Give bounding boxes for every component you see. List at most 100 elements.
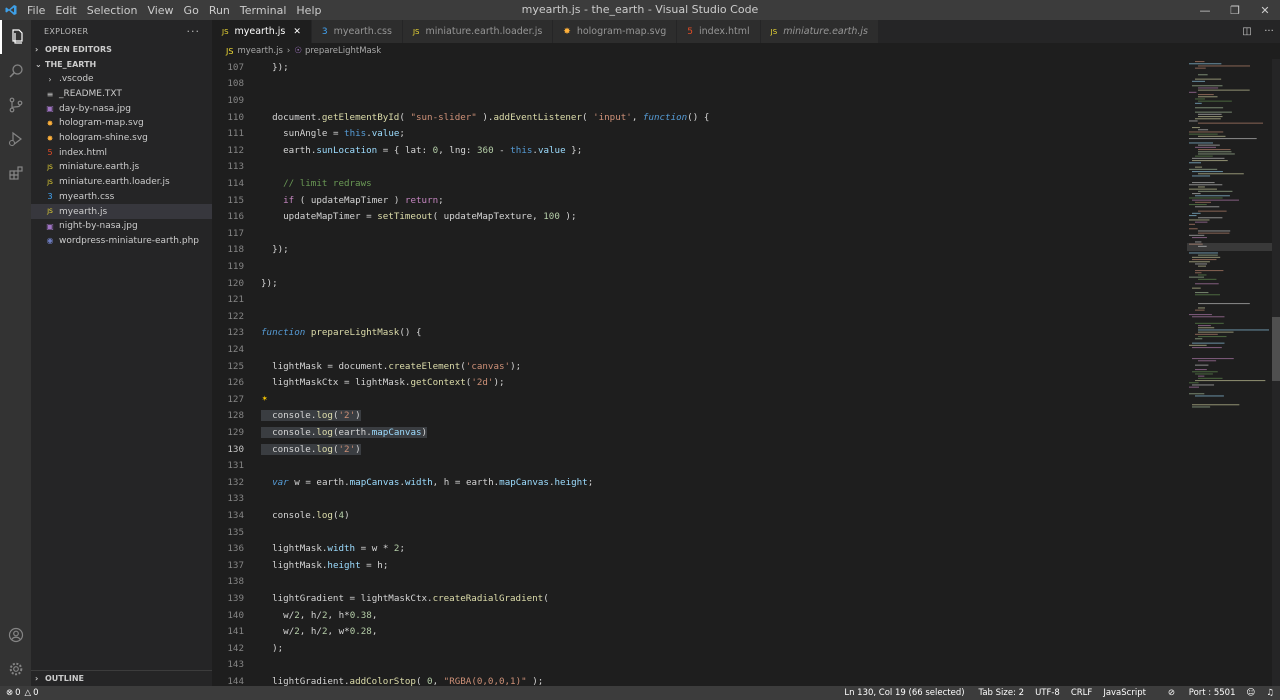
more-actions-icon[interactable]: ··· [1258, 26, 1280, 37]
file-tree-item[interactable]: ≡ _README.TXT [31, 87, 212, 102]
source-control-icon[interactable] [0, 88, 31, 122]
line-number: 121 [227, 294, 244, 306]
menu-file[interactable]: File [22, 4, 50, 17]
menu-help[interactable]: Help [291, 4, 326, 17]
editor-tab-label: miniature.earth.js [783, 26, 869, 37]
minimap-viewport[interactable] [1187, 243, 1272, 251]
file-tree-item-label: night-by-nasa.jpg [59, 221, 138, 232]
bell-icon[interactable]: ♫ [1266, 688, 1274, 698]
explorer-icon[interactable] [0, 20, 31, 54]
editor-tab[interactable]: 3 myearth.css [311, 20, 403, 43]
editor-tab[interactable]: JS miniature.earth.loader.js [402, 20, 554, 43]
file-tree-item[interactable]: ✸ hologram-shine.svg [31, 131, 212, 146]
maximize-button[interactable]: ❐ [1220, 0, 1250, 20]
editor-tab[interactable]: JS miniature.earth.js [760, 20, 880, 43]
scrollbar-thumb[interactable] [1272, 317, 1280, 381]
editor-tab[interactable]: ✸ hologram-map.svg [553, 20, 678, 43]
code-line: 135 [212, 524, 1187, 541]
file-tree-item[interactable]: › .vscode [31, 72, 212, 87]
gear-icon[interactable] [0, 652, 31, 686]
minimap-line [1198, 65, 1251, 67]
lightbulb-icon[interactable]: ✶ [262, 394, 267, 404]
run-debug-icon[interactable] [0, 122, 31, 156]
line-number: 125 [227, 360, 244, 372]
file-tree-item-label: hologram-map.svg [59, 118, 144, 129]
extensions-icon[interactable] [0, 156, 31, 190]
folder-label: THE_EARTH [45, 60, 97, 69]
language-mode[interactable]: JavaScript [1103, 688, 1146, 698]
file-tree-item[interactable]: JS myearth.js [31, 204, 212, 219]
search-icon[interactable] [0, 54, 31, 88]
file-tree-item[interactable]: ✸ hologram-map.svg [31, 116, 212, 131]
code-text: w/2, h/2, w*0.28, [283, 626, 378, 638]
encoding[interactable]: UTF-8 [1035, 688, 1060, 698]
tab-size[interactable]: Tab Size: 2 [979, 688, 1025, 698]
minimap-line [1192, 342, 1225, 344]
code-line: 129 console.log(earth.mapCanvas) [212, 424, 1187, 441]
error-count: 0 [15, 688, 21, 698]
minimap-line [1189, 184, 1223, 186]
line-number: 107 [227, 61, 244, 73]
file-tree-item[interactable]: ▣ day-by-nasa.jpg [31, 101, 212, 116]
code-line: 134 console.log(4) [212, 507, 1187, 524]
menu-view[interactable]: View [142, 4, 178, 17]
minimap-line [1192, 237, 1207, 239]
editor-tab[interactable]: 5 index.html [677, 20, 761, 43]
menu-terminal[interactable]: Terminal [235, 4, 292, 17]
close-window-button[interactable]: ✕ [1250, 0, 1280, 20]
breadcrumb-file[interactable]: myearth.js [237, 46, 282, 56]
editor-tab[interactable]: JS myearth.js ✕ [212, 20, 312, 43]
folder-section[interactable]: ⌄ THE_EARTH [31, 57, 212, 72]
line-number: 132 [227, 476, 244, 488]
file-tree-item[interactable]: 5 index.html [31, 145, 212, 160]
file-tree-item[interactable]: ▣ night-by-nasa.jpg [31, 219, 212, 234]
minimap-line [1195, 166, 1203, 168]
menu-run[interactable]: Run [204, 4, 235, 17]
chevron-right-icon: › [35, 45, 39, 54]
menu-go[interactable]: Go [179, 4, 204, 17]
split-editor-icon[interactable]: ◫ [1236, 26, 1258, 37]
outline-section[interactable]: › OUTLINE [31, 670, 212, 686]
code-editor[interactable]: 107 }); 108 109 110 document.getElementById… [212, 59, 1187, 686]
minimap-line [1198, 254, 1218, 256]
editor-tabs: JS myearth.js ✕ 3 myearth.css JS miniature.ear… [212, 20, 1280, 43]
more-actions-icon[interactable]: ··· [187, 25, 201, 38]
line-number: 111 [227, 128, 244, 140]
file-tree-item[interactable]: JS miniature.earth.loader.js [31, 175, 212, 190]
feedback-icon[interactable]: ☺ [1247, 688, 1256, 698]
editor-scrollbar[interactable] [1272, 59, 1280, 686]
minimap-line [1192, 406, 1211, 408]
live-server-port[interactable]: ⊘ Port : 5501 [1157, 688, 1236, 698]
breadcrumb-symbol[interactable]: prepareLightMask [305, 46, 381, 56]
minimap[interactable] [1187, 59, 1272, 409]
file-tree-item-label: miniature.earth.loader.js [59, 177, 170, 188]
file-tree-item[interactable]: 3 myearth.css [31, 190, 212, 205]
menu-selection[interactable]: Selection [82, 4, 143, 17]
minimap-line [1189, 197, 1223, 199]
file-tree-item[interactable]: ◉ wordpress-miniature-earth.php [31, 234, 212, 249]
file-tree-item-label: _README.TXT [59, 89, 122, 100]
problems-indicator[interactable]: ⊗ 0 △ 0 [0, 688, 39, 698]
minimap-line [1195, 369, 1207, 371]
code-line: 142 ); [212, 640, 1187, 657]
menu-edit[interactable]: Edit [50, 4, 81, 17]
minimize-button[interactable]: — [1190, 0, 1220, 20]
open-editors-section[interactable]: › OPEN EDITORS [31, 42, 212, 57]
minimap-line [1198, 265, 1207, 267]
file-tree-item[interactable]: JS miniature.earth.js [31, 160, 212, 175]
explorer-header: EXPLORER ··· [31, 20, 212, 42]
warning-count: 0 [33, 688, 39, 698]
minimap-line [1189, 228, 1198, 230]
account-icon[interactable] [0, 618, 31, 652]
code-line: 127 ✶ [212, 391, 1187, 408]
minimap-line [1189, 219, 1210, 221]
line-ending[interactable]: CRLF [1071, 688, 1092, 698]
minimap-line [1198, 89, 1250, 91]
close-tab-icon[interactable]: ✕ [293, 27, 301, 37]
line-number: 136 [227, 543, 244, 555]
minimap-line [1192, 259, 1217, 261]
minimap-line [1195, 107, 1224, 109]
cursor-position[interactable]: Ln 130, Col 19 (66 selected) [844, 688, 964, 698]
port-label: Port : 5501 [1188, 688, 1236, 698]
minimap-line [1195, 61, 1205, 63]
